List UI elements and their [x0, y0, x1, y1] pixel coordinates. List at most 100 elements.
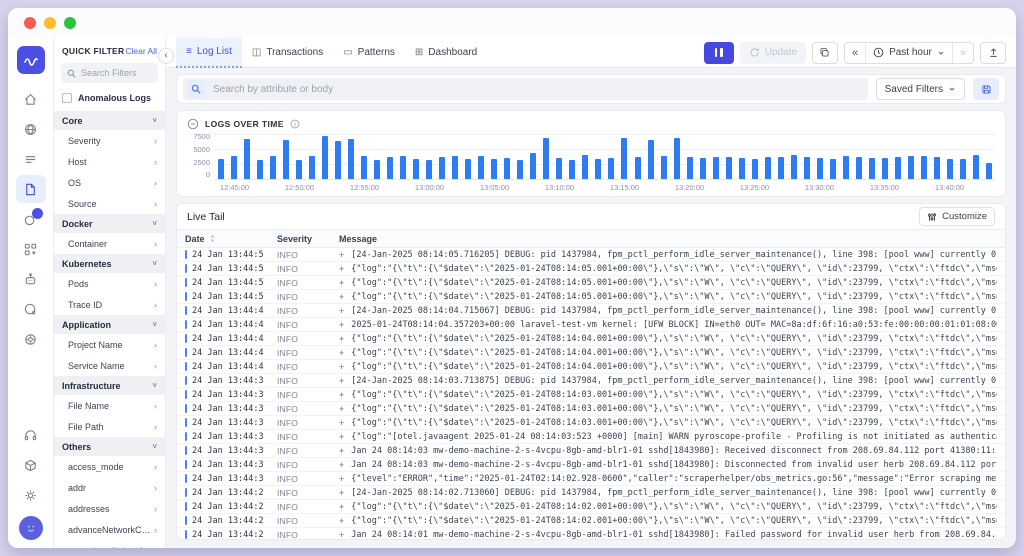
expand-row-button[interactable]: + [339, 362, 344, 372]
log-row[interactable]: 24 Jan 13:44:5INFO+[24-Jan-2025 08:14:05… [177, 248, 1005, 262]
time-shift-forward-button[interactable]: » [952, 43, 973, 63]
chart-bar[interactable] [765, 157, 771, 179]
zoom-window-button[interactable] [64, 17, 76, 29]
expand-row-button[interactable]: + [339, 404, 344, 414]
chart-bar[interactable] [921, 156, 927, 179]
column-header-severity[interactable]: Severity [277, 234, 339, 244]
chart-bar[interactable] [817, 158, 823, 179]
filter-item-source[interactable]: Source› [54, 193, 165, 214]
log-row[interactable]: 24 Jan 13:44:2INFO+Jan 24 08:14:01 mw-de… [177, 528, 1005, 539]
chart-bar[interactable] [569, 160, 575, 179]
log-row[interactable]: 24 Jan 13:44:3INFO+{"log":"{\"t\":{\"$da… [177, 416, 1005, 430]
close-window-button[interactable] [24, 17, 36, 29]
chart-bar[interactable] [491, 159, 497, 179]
chart-bar[interactable] [908, 156, 914, 179]
chart-bar[interactable] [635, 157, 641, 179]
log-row[interactable]: 24 Jan 13:44:3INFO+Jan 24 08:14:03 mw-de… [177, 458, 1005, 472]
bot-icon[interactable] [16, 265, 46, 293]
collapse-chart-icon[interactable] [187, 118, 199, 130]
expand-row-button[interactable]: + [339, 376, 344, 386]
filter-item-advancenetworkca[interactable]: advanceNetworkCa...› [54, 519, 165, 540]
expand-row-button[interactable]: + [339, 432, 344, 442]
pause-live-tail-button[interactable] [704, 42, 734, 64]
chart-bar[interactable] [700, 158, 706, 179]
filter-item-severity[interactable]: Severity› [54, 130, 165, 151]
filter-item-host[interactable]: Host› [54, 151, 165, 172]
chart-bar[interactable] [335, 141, 341, 179]
chart-bar[interactable] [517, 160, 523, 179]
log-row[interactable]: 24 Jan 13:44:3INFO+{"log":"{\"t\":{\"$da… [177, 402, 1005, 416]
saved-filters-dropdown[interactable]: Saved Filters [876, 78, 965, 100]
log-row[interactable]: 24 Jan 13:44:5INFO+{"log":"{\"t\":{\"$da… [177, 290, 1005, 304]
filter-item-agent-installation-ti[interactable]: agent.installation.ti...› [54, 540, 165, 548]
filter-item-trace-id[interactable]: Trace ID› [54, 294, 165, 315]
minimize-window-button[interactable] [44, 17, 56, 29]
chart-bar[interactable] [478, 156, 484, 179]
chart-bar[interactable] [582, 155, 588, 179]
chart-bar[interactable] [556, 158, 562, 179]
expand-row-button[interactable]: + [339, 488, 344, 498]
chart-bar[interactable] [687, 157, 693, 179]
column-header-date[interactable]: Date [185, 234, 277, 244]
log-row[interactable]: 24 Jan 13:44:5INFO+{"log":"{\"t\":{\"$da… [177, 262, 1005, 276]
filter-section-docker[interactable]: Docker˅ [54, 214, 165, 233]
log-row[interactable]: 24 Jan 13:44:4INFO+{"log":"{\"t\":{\"$da… [177, 360, 1005, 374]
chart-bar[interactable] [843, 156, 849, 179]
filter-item-addresses[interactable]: addresses› [54, 498, 165, 519]
chart-bar[interactable] [452, 156, 458, 179]
settings-hub-icon[interactable] [16, 325, 46, 353]
chart-bar[interactable] [257, 160, 263, 179]
chart-bar[interactable] [674, 138, 680, 179]
chart-bar[interactable] [713, 157, 719, 179]
expand-row-button[interactable]: + [339, 446, 344, 456]
chart-bar[interactable] [986, 163, 992, 179]
chart-bar[interactable] [309, 156, 315, 179]
chart-bar[interactable] [374, 160, 380, 179]
filter-item-project-name[interactable]: Project Name› [54, 334, 165, 355]
chart-bar[interactable] [621, 138, 627, 179]
log-row[interactable]: 24 Jan 13:44:4INFO+{"log":"{\"t\":{\"$da… [177, 332, 1005, 346]
chart-bar[interactable] [595, 159, 601, 179]
expand-row-button[interactable]: + [339, 320, 344, 330]
log-row[interactable]: 24 Jan 13:44:4INFO+{"log":"{\"t\":{\"$da… [177, 346, 1005, 360]
tab-transactions[interactable]: ◫Transactions [242, 38, 333, 68]
filter-item-addr[interactable]: addr› [54, 477, 165, 498]
logs-list-icon[interactable] [16, 145, 46, 173]
expand-row-button[interactable]: + [339, 474, 344, 484]
log-row[interactable]: 24 Jan 13:44:3INFO+Jan 24 08:14:03 mw-de… [177, 444, 1005, 458]
add-integration-icon[interactable] [16, 235, 46, 263]
export-button[interactable] [980, 42, 1006, 64]
expand-row-button[interactable]: + [339, 502, 344, 512]
expand-row-button[interactable]: + [339, 516, 344, 526]
chart-bar[interactable] [400, 156, 406, 179]
filter-section-others[interactable]: Others˅ [54, 437, 165, 456]
chart-bar[interactable] [869, 158, 875, 179]
log-row[interactable]: 24 Jan 13:44:3INFO+{"log":"[otel.javaage… [177, 430, 1005, 444]
expand-row-button[interactable]: + [339, 264, 344, 274]
chart-bar[interactable] [244, 139, 250, 179]
support-headset-icon[interactable] [16, 421, 46, 449]
chart-bar[interactable] [960, 159, 966, 179]
log-row[interactable]: 24 Jan 13:44:3INFO+{"level":"ERROR","tim… [177, 472, 1005, 486]
log-row[interactable]: 24 Jan 13:44:2INFO+[24-Jan-2025 08:14:02… [177, 486, 1005, 500]
filter-item-access-mode[interactable]: access_mode› [54, 456, 165, 477]
chart-bar[interactable] [608, 158, 614, 179]
expand-row-button[interactable]: + [339, 292, 344, 302]
chart-bar[interactable] [465, 159, 471, 179]
chart-bar[interactable] [791, 155, 797, 179]
log-row[interactable]: 24 Jan 13:44:2INFO+{"log":"{\"t\":{\"$da… [177, 500, 1005, 514]
chart-bar[interactable] [413, 159, 419, 179]
chart-bar[interactable] [543, 138, 549, 179]
filter-item-pods[interactable]: Pods› [54, 273, 165, 294]
chart-bar[interactable] [739, 158, 745, 179]
gear-icon[interactable] [16, 481, 46, 509]
chart-bar[interactable] [661, 156, 667, 179]
copy-link-button[interactable] [812, 42, 838, 64]
chart-bar[interactable] [439, 157, 445, 179]
tab-patterns[interactable]: ▭Patterns [333, 38, 405, 68]
expand-row-button[interactable]: + [339, 460, 344, 470]
logs-document-icon[interactable] [16, 175, 46, 203]
expand-row-button[interactable]: + [339, 306, 344, 316]
expand-row-button[interactable]: + [339, 530, 344, 540]
tab-log-list[interactable]: ≡Log List [176, 38, 242, 68]
